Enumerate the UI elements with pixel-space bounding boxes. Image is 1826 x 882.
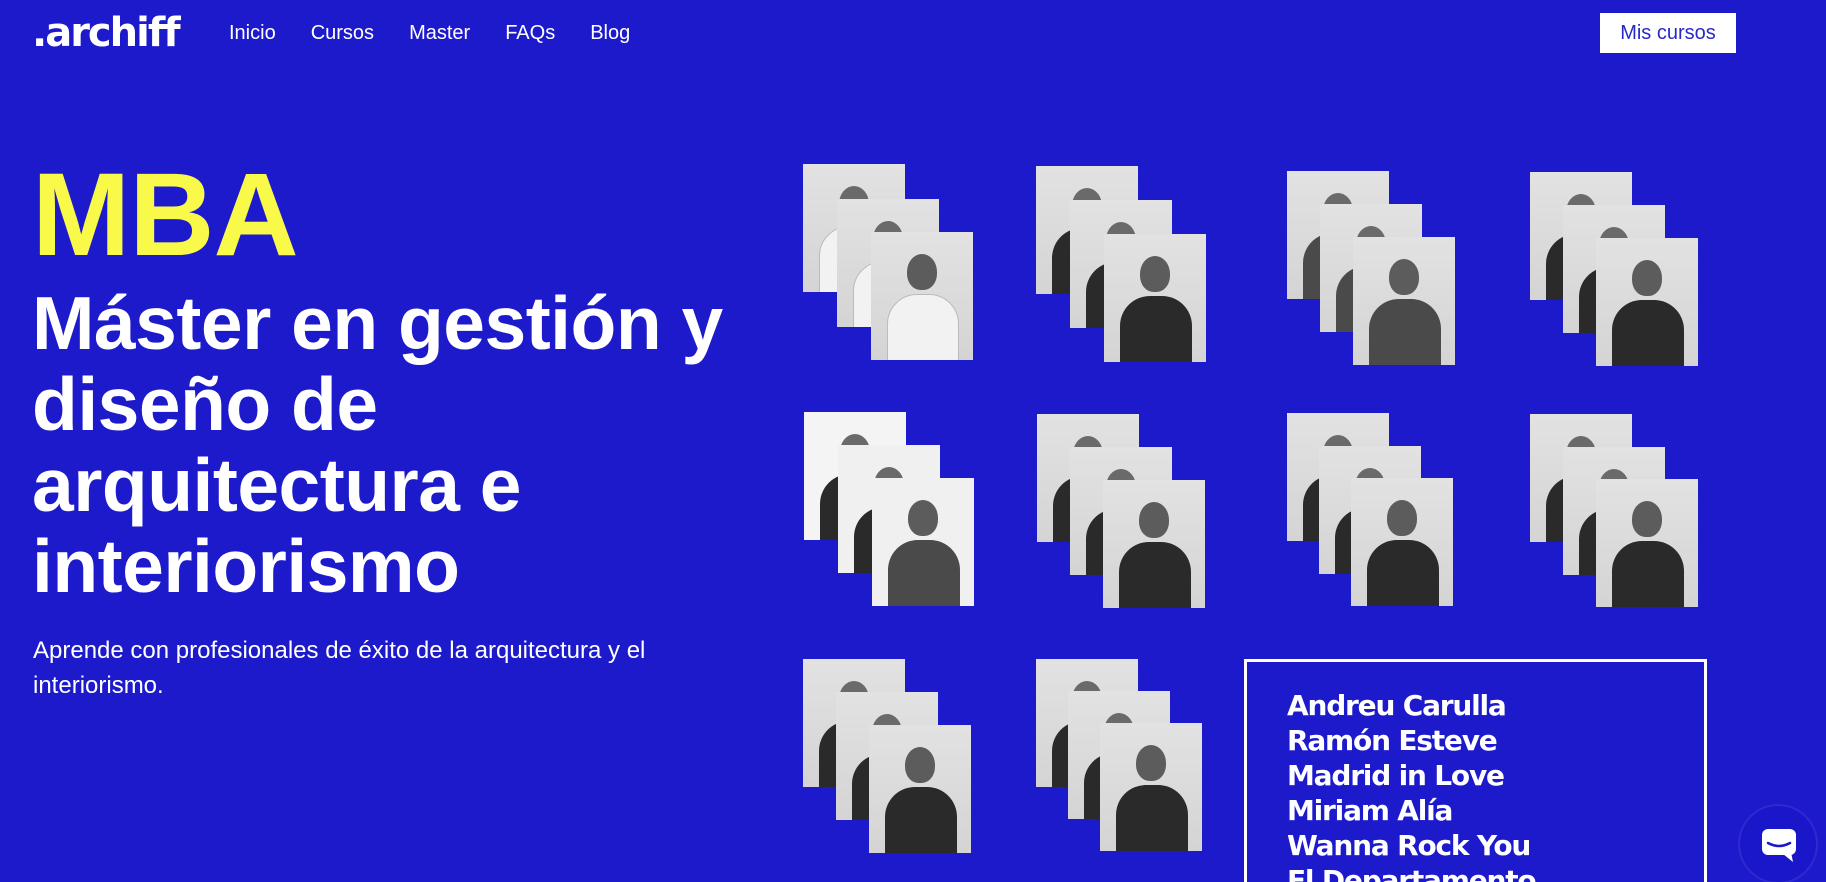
instructor-name: El Departamento (1287, 864, 1537, 882)
mis-cursos-button[interactable]: Mis cursos (1600, 13, 1736, 53)
instructor-photo (1596, 479, 1698, 607)
instructor-name: Ramón Esteve (1287, 724, 1498, 757)
chat-widget-button[interactable] (1740, 806, 1816, 882)
instructor-name: Andreu Carulla (1287, 689, 1507, 722)
instructor-photo (1104, 234, 1206, 362)
instructor-photo (1351, 478, 1453, 606)
site-header: .archiff Inicio Cursos Master FAQs Blog … (0, 0, 1826, 66)
instructor-name: Madrid in Love (1287, 759, 1505, 792)
nav-link-inicio[interactable]: Inicio (229, 20, 276, 46)
instructor-photo (1103, 480, 1205, 608)
instructor-photo (1596, 238, 1698, 366)
instructor-photo (1353, 237, 1455, 365)
main-nav: Inicio Cursos Master FAQs Blog (229, 20, 665, 46)
page: .archiff Inicio Cursos Master FAQs Blog … (0, 0, 1826, 882)
nav-link-blog[interactable]: Blog (590, 20, 630, 46)
hero-subtitle: Aprende con profesionales de éxito de la… (33, 637, 646, 699)
mba-badge: MBA (32, 149, 299, 281)
nav-link-faqs[interactable]: FAQs (505, 20, 555, 46)
hero-title: Máster en gestión y diseño de arquitectu… (32, 281, 723, 608)
nav-link-master[interactable]: Master (409, 20, 470, 46)
instructors-box: Andreu Carulla Ramón Esteve Madrid in Lo… (1244, 659, 1707, 882)
instructor-name: Wanna Rock You (1287, 829, 1531, 862)
chat-bubble-icon (1762, 829, 1796, 862)
instructors-list: Andreu Carulla Ramón Esteve Madrid in Lo… (1287, 688, 1537, 882)
archiff-logo[interactable]: .archiff (32, 8, 181, 58)
instructor-name: Miriam Alía (1287, 794, 1453, 827)
instructor-photo (872, 478, 974, 606)
nav-link-cursos[interactable]: Cursos (311, 20, 374, 46)
instructor-photo (871, 232, 973, 360)
instructor-photo (869, 725, 971, 853)
instructor-photo (1100, 723, 1202, 851)
